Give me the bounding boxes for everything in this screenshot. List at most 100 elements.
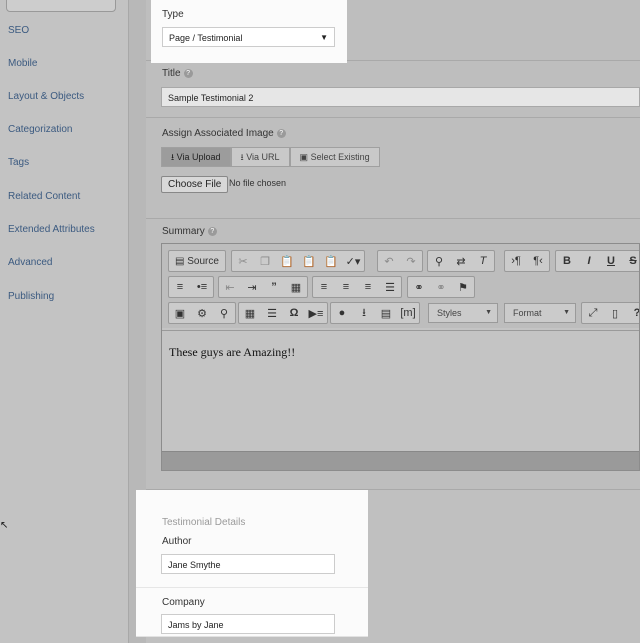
- sidebar-item-tags[interactable]: Tags: [8, 157, 29, 168]
- horizontal-line-icon[interactable]: ☰: [261, 303, 283, 323]
- indent-icon[interactable]: ⇥: [241, 277, 263, 297]
- sidebar-item-mobile[interactable]: Mobile: [8, 58, 37, 69]
- image-label-text: Assign Associated Image: [162, 128, 274, 139]
- sidebar-item-publishing[interactable]: Publishing: [8, 291, 54, 302]
- paste-text-icon[interactable]: 📋: [298, 251, 320, 271]
- sidebar-item-related-content[interactable]: Related Content: [8, 191, 80, 202]
- spellcheck-icon[interactable]: ✓▾: [342, 251, 364, 271]
- table-icon[interactable]: ▦: [239, 303, 261, 323]
- company-input[interactable]: Jams by Jane: [161, 614, 335, 634]
- special-char-icon[interactable]: Ω: [283, 303, 305, 323]
- paste-icon[interactable]: 📋: [276, 251, 298, 271]
- redo-icon[interactable]: ↷: [400, 251, 422, 271]
- link-icon[interactable]: ⚭: [408, 277, 430, 297]
- align-right-icon[interactable]: ≡: [357, 277, 379, 297]
- author-input-value: Jane Smythe: [168, 560, 221, 570]
- select-existing-button[interactable]: ▣ Select Existing: [289, 147, 380, 167]
- title-input-value: Sample Testimonial 2: [168, 93, 254, 103]
- maximize-icon[interactable]: ⤢: [582, 303, 604, 323]
- download-icon[interactable]: ⭳: [353, 303, 375, 323]
- toolbar-group-find: ⚲ ⇄ T: [427, 250, 495, 272]
- styles-dropdown[interactable]: Styles ▼: [428, 303, 498, 323]
- bulleted-list-icon[interactable]: •≡: [191, 277, 213, 297]
- title-label-text: Title: [162, 68, 181, 79]
- chevron-down-icon: ▼: [563, 309, 570, 316]
- paste-word-icon[interactable]: 📋: [320, 251, 342, 271]
- sidebar-item-seo[interactable]: SEO: [8, 25, 29, 36]
- toolbar-group-source: ▤ Source: [168, 250, 226, 272]
- globe-icon[interactable]: ●: [331, 303, 353, 323]
- company-input-value: Jams by Jane: [168, 620, 224, 630]
- title-input[interactable]: Sample Testimonial 2: [161, 87, 640, 107]
- ltr-icon[interactable]: ›¶: [505, 251, 527, 271]
- remove-format-icon[interactable]: T: [472, 251, 494, 271]
- via-url-label: Via URL: [246, 152, 280, 162]
- image-source-tabs: ⭳ Via Upload ⭳ Via URL ▣ Select Existing: [161, 147, 380, 167]
- title-label: Title?: [162, 68, 193, 79]
- document-icon[interactable]: ▤: [375, 303, 397, 323]
- type-select[interactable]: Page / Testimonial ▼: [162, 27, 335, 47]
- blockquote-icon[interactable]: ”: [263, 277, 285, 297]
- select-existing-label: Select Existing: [310, 152, 370, 162]
- editor-toolbar: ▤ Source ✂ ❐ 📋 📋 📋 ✓▾ ↶ ↷ ⚲ ⇄ T ›¶ ¶‹ B …: [162, 244, 639, 328]
- unlink-icon[interactable]: ⚭: [430, 277, 452, 297]
- sidebar-item-advanced[interactable]: Advanced: [8, 257, 52, 268]
- image-label: Assign Associated Image?: [162, 128, 286, 139]
- source-button[interactable]: ▤ Source: [169, 251, 225, 271]
- styles-label: Styles: [437, 308, 462, 318]
- sidebar: SEO Mobile Layout & Objects Categorizati…: [0, 0, 128, 643]
- sidebar-item-categorization[interactable]: Categorization: [8, 124, 72, 135]
- help-icon[interactable]: ?: [276, 128, 286, 138]
- toolbar-group-links: ⚭ ⚭ ⚑: [407, 276, 475, 298]
- type-select-value: Page / Testimonial: [169, 33, 243, 43]
- editor-content[interactable]: These guys are Amazing!!: [162, 330, 639, 453]
- choose-file-button[interactable]: Choose File: [161, 176, 229, 193]
- justify-icon[interactable]: ☰: [379, 277, 401, 297]
- mouse-cursor-icon: ↖: [0, 520, 9, 531]
- anchor-flag-icon[interactable]: ⚑: [452, 277, 474, 297]
- rtl-icon[interactable]: ¶‹: [527, 251, 549, 271]
- align-center-icon[interactable]: ≡: [335, 277, 357, 297]
- cut-icon[interactable]: ✂: [232, 251, 254, 271]
- author-input[interactable]: Jane Smythe: [161, 554, 335, 574]
- toolbar-group-insert: ▦ ☰ Ω ▶≡: [238, 302, 328, 324]
- replace-icon[interactable]: ⇄: [450, 251, 472, 271]
- toolbar-group-undo: ↶ ↷: [377, 250, 423, 272]
- help-icon[interactable]: ?: [183, 68, 193, 78]
- help-icon[interactable]: ?: [626, 303, 639, 323]
- italic-icon[interactable]: I: [578, 251, 600, 271]
- strikethrough-icon[interactable]: S: [622, 251, 639, 271]
- sidebar-item-extended-attributes[interactable]: Extended Attributes: [8, 224, 95, 235]
- help-icon[interactable]: ?: [207, 226, 217, 236]
- format-dropdown[interactable]: Format ▼: [504, 303, 576, 323]
- placeholder-icon[interactable]: [m]: [397, 303, 419, 323]
- align-left-icon[interactable]: ≡: [313, 277, 335, 297]
- via-upload-button[interactable]: ⭳ Via Upload: [161, 147, 231, 167]
- div-container-icon[interactable]: ▦: [285, 277, 307, 297]
- sidebar-top-button[interactable]: [6, 0, 116, 12]
- underline-icon[interactable]: U: [600, 251, 622, 271]
- toolbar-group-clipboard: ✂ ❐ 📋 📋 📋 ✓▾: [231, 250, 365, 272]
- author-label: Author: [162, 536, 192, 547]
- toolbar-group-tools: ⤢ ▯ ?: [581, 302, 639, 324]
- bold-icon[interactable]: B: [556, 251, 578, 271]
- format-label: Format: [513, 308, 542, 318]
- undo-icon[interactable]: ↶: [378, 251, 400, 271]
- sidebar-item-layout-objects[interactable]: Layout & Objects: [8, 91, 84, 102]
- map-pin-icon[interactable]: ⚲: [213, 303, 235, 323]
- chevron-down-icon: ▼: [320, 33, 328, 42]
- toolbar-group-lists: ≡ •≡: [168, 276, 214, 298]
- toolbar-group-align: ≡ ≡ ≡ ☰: [312, 276, 402, 298]
- copy-icon[interactable]: ❐: [254, 251, 276, 271]
- toolbar-group-indent: ⇤ ⇥ ” ▦: [218, 276, 308, 298]
- show-blocks-icon[interactable]: ▯: [604, 303, 626, 323]
- flash-icon[interactable]: ⚙: [191, 303, 213, 323]
- find-icon[interactable]: ⚲: [428, 251, 450, 271]
- outdent-icon[interactable]: ⇤: [219, 277, 241, 297]
- via-url-button[interactable]: ⭳ Via URL: [230, 147, 290, 167]
- image-icon[interactable]: ▣: [169, 303, 191, 323]
- numbered-list-icon[interactable]: ≡: [169, 277, 191, 297]
- toolbar-group-basic-styles: B I U S: [555, 250, 639, 272]
- summary-label-text: Summary: [162, 226, 205, 237]
- page-break-icon[interactable]: ▶≡: [305, 303, 327, 323]
